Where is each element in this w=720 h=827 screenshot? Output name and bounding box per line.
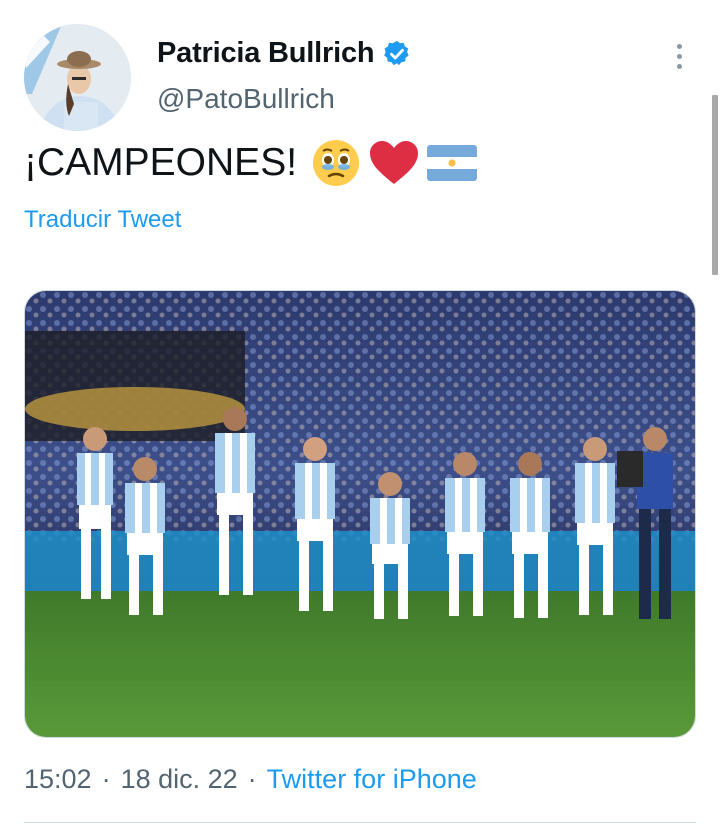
more-options-icon[interactable] — [668, 42, 692, 72]
tweet-time[interactable]: 15:02 — [24, 764, 92, 795]
avatar-photo-icon — [24, 24, 131, 131]
tweet-text: ¡CAMPEONES! — [24, 141, 298, 184]
translate-tweet-link[interactable]: Traducir Tweet — [24, 206, 181, 234]
tweet-media-photo[interactable] — [24, 290, 696, 738]
tweet-meta: 15:02 · 18 dic. 22 · Twitter for iPhone — [24, 764, 477, 795]
meta-separator: · — [247, 764, 257, 794]
divider — [24, 822, 696, 823]
verified-badge-icon — [382, 39, 412, 69]
author-display-name[interactable]: Patricia Bullrich — [157, 37, 375, 70]
tweet-source-link[interactable]: Twitter for iPhone — [267, 764, 477, 795]
scrollbar[interactable] — [712, 95, 718, 275]
tweet-date[interactable]: 18 dic. 22 — [121, 764, 238, 795]
meta-separator: · — [101, 764, 111, 794]
author-handle[interactable]: @PatoBullrich — [157, 83, 335, 115]
tweet-detail: Patricia Bullrich @PatoBullrich ¡CAMPEON… — [0, 0, 720, 827]
tweet-emojis — [311, 138, 478, 188]
team-celebration-photo-icon — [25, 291, 695, 737]
avatar[interactable] — [24, 24, 131, 131]
author-name-row: Patricia Bullrich — [157, 37, 412, 70]
tweet-text-row: ¡CAMPEONES! — [24, 138, 478, 188]
red-heart-icon — [370, 141, 419, 184]
argentina-flag-icon — [427, 145, 478, 181]
face-holding-back-tears-icon — [313, 140, 360, 186]
